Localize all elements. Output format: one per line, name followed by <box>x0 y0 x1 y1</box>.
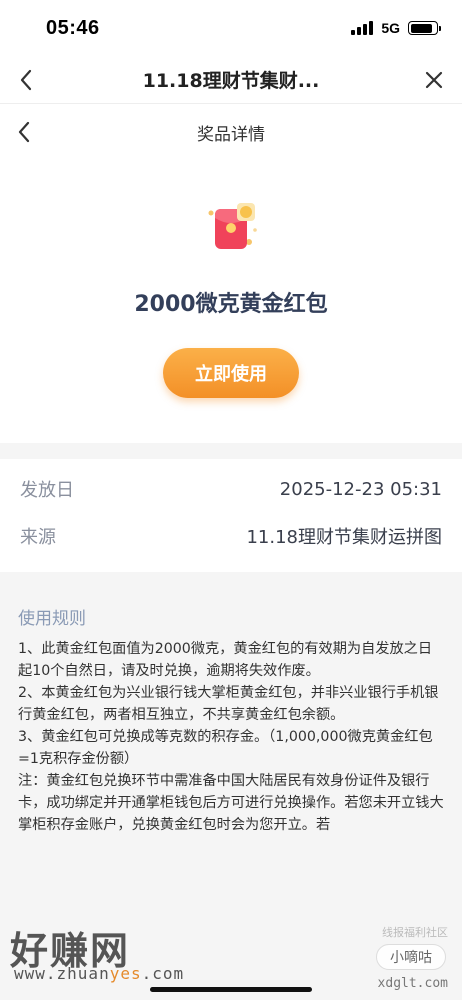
red-envelope-icon <box>203 200 263 258</box>
status-indicators: 5G <box>351 20 441 36</box>
prize-name: 2000微克黄金红包 <box>134 292 328 317</box>
status-time: 05:46 <box>46 16 100 39</box>
use-now-button[interactable]: 立即使用 <box>163 348 299 398</box>
section-divider <box>0 443 462 459</box>
browser-title: 11.18理财节集财... <box>142 70 320 92</box>
rules-title: 使用规则 <box>18 609 86 629</box>
battery-icon <box>408 21 441 35</box>
close-icon[interactable] <box>418 64 450 96</box>
rules-paragraph: 2、本黄金红包为兴业银行钱大掌柜黄金红包，并非兴业银行手机银行黄金红包，两者相互… <box>18 685 439 723</box>
rules-paragraph: 1、此黄金红包面值为2000微克，黄金红包的有效期为自发放之日起10个自然日，请… <box>18 641 433 679</box>
page-header: 奖品详情 <box>0 108 462 156</box>
page-back-icon[interactable] <box>8 116 40 148</box>
home-indicator[interactable] <box>150 987 312 992</box>
browser-back-icon[interactable] <box>10 64 42 96</box>
browser-nav-bar: 11.18理财节集财... <box>0 56 462 104</box>
rules-paragraph: 注：黄金红包兑换环节中需准备中国大陆居民有效身份证件及银行卡，成功绑定并开通掌柜… <box>18 773 444 833</box>
info-value: 2025-12-23 05:31 <box>279 478 442 500</box>
watermark-community: 线报福利社区 <box>382 926 448 939</box>
signal-icon <box>351 21 374 35</box>
info-value: 11.18理财节集财运拼图 <box>246 527 442 548</box>
rules-paragraph: 3、黄金红包可兑换成等克数的积存金。（1,000,000微克黄金红包=1克积存金… <box>18 729 433 767</box>
info-row-issue-date: 发放日 2025-12-23 05:31 <box>0 469 462 509</box>
status-bar: 05:46 5G <box>0 0 462 56</box>
page-title: 奖品详情 <box>197 124 265 145</box>
rules-text: 1、此黄金红包面值为2000微克，黄金红包的有效期为自发放之日起10个自然日，请… <box>18 638 444 836</box>
network-type: 5G <box>381 20 400 36</box>
watermark-badge: 小嘀咕 <box>376 944 446 970</box>
watermark-site-url: www.zhuanyes.com <box>14 964 185 983</box>
info-label: 发放日 <box>20 480 74 501</box>
watermark-right-url: xdglt.com <box>377 976 448 991</box>
info-row-source: 来源 11.18理财节集财运拼图 <box>0 516 462 556</box>
info-label: 来源 <box>20 527 56 548</box>
